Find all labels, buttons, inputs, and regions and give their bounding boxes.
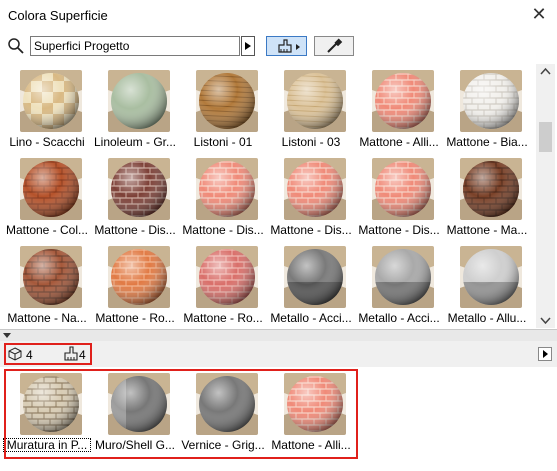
material-tile[interactable]: Linoleum - Gr... [91, 66, 179, 154]
material-preview-sphere [284, 70, 346, 132]
material-preview-sphere [460, 246, 522, 308]
metal-dark-texture-icon [284, 246, 346, 308]
material-label: Mattone - Alli... [359, 135, 439, 149]
material-grid: Lino - Scacchi Linoleum - Gr... Listoni - … [0, 64, 535, 328]
material-label: Linoleum - Gr... [93, 135, 177, 149]
material-preview-sphere [372, 70, 434, 132]
brush-tool-button[interactable] [266, 36, 307, 56]
material-tile[interactable]: Metallo - Acci... [267, 242, 355, 330]
brick-dark-texture-icon [108, 158, 170, 220]
eyedropper-tool-button[interactable] [314, 36, 354, 56]
material-preview-sphere [460, 158, 522, 220]
surface-brush-icon [64, 346, 78, 361]
material-preview-sphere [20, 70, 82, 132]
material-tile[interactable]: Mattone - Col... [3, 154, 91, 242]
brick-orange-texture-icon [108, 246, 170, 308]
toolbar [0, 30, 557, 64]
brick-rough-texture-icon [20, 158, 82, 220]
material-tile[interactable]: Mattone - Bia... [443, 66, 531, 154]
close-icon[interactable]: ✕ [529, 4, 549, 24]
brush-icon [278, 39, 300, 53]
wood-light-texture-icon [284, 70, 346, 132]
wood-dark-texture-icon [196, 70, 258, 132]
material-preview-sphere [196, 158, 258, 220]
checker-texture-icon [20, 70, 82, 132]
material-preview-sphere [284, 158, 346, 220]
window-title: Colora Superficie [8, 8, 108, 23]
material-label: Listoni - 01 [193, 135, 253, 149]
source-dropdown-button[interactable] [241, 36, 255, 56]
material-preview-sphere [196, 70, 258, 132]
material-tile[interactable]: Mattone - Na... [3, 242, 91, 330]
scroll-up-icon[interactable] [536, 64, 555, 80]
title-bar: Colora Superficie ✕ [0, 0, 557, 30]
selection-menu-button[interactable] [538, 347, 552, 361]
material-label: Mattone - Dis... [94, 223, 176, 237]
material-tile[interactable]: Metallo - Allu... [443, 242, 531, 330]
collapse-triangle-icon[interactable] [3, 333, 11, 338]
cube-icon [8, 347, 22, 361]
vertical-scrollbar[interactable] [536, 64, 555, 328]
material-preview-sphere [372, 158, 434, 220]
brick-salmon-texture-icon [372, 70, 434, 132]
search-input[interactable] [34, 38, 230, 54]
material-preview-sphere [108, 70, 170, 132]
material-tile[interactable]: Mattone - Ma... [443, 154, 531, 242]
material-tile[interactable]: Lino - Scacchi [3, 66, 91, 154]
material-tile[interactable]: Listoni - 01 [179, 66, 267, 154]
material-label: Mattone - Dis... [358, 223, 440, 237]
eyedropper-icon [327, 38, 343, 53]
material-label: Listoni - 03 [281, 135, 341, 149]
surface-count: 4 [79, 348, 86, 362]
material-preview-sphere [20, 246, 82, 308]
material-tile[interactable]: Mattone - Dis... [355, 154, 443, 242]
material-preview-sphere [284, 246, 346, 308]
material-preview-sphere [108, 158, 170, 220]
brick-salmon-texture-icon [196, 158, 258, 220]
selected-surfaces-highlight [4, 369, 358, 459]
material-preview-sphere [20, 158, 82, 220]
brick-herring-texture-icon [196, 246, 258, 308]
material-tile[interactable]: Metallo - Acci... [355, 242, 443, 330]
element-count: 4 [26, 348, 33, 362]
material-label: Mattone - Bia... [446, 135, 528, 149]
linoleum-texture-icon [108, 70, 170, 132]
search-field[interactable] [30, 36, 240, 56]
brick-white-texture-icon [460, 70, 522, 132]
material-preview-sphere [372, 246, 434, 308]
material-label: Mattone - Ro... [183, 311, 263, 325]
material-tile[interactable]: Mattone - Dis... [267, 154, 355, 242]
material-tile[interactable]: Mattone - Ro... [91, 242, 179, 330]
brick-mixed-texture-icon [20, 246, 82, 308]
material-preview-sphere [460, 70, 522, 132]
brick-salmon-texture-icon [284, 158, 346, 220]
material-label: Mattone - Col... [5, 223, 89, 237]
brick-brown-texture-icon [460, 158, 522, 220]
material-tile[interactable]: Mattone - Alli... [355, 66, 443, 154]
material-tile[interactable]: Listoni - 03 [267, 66, 355, 154]
material-label: Mattone - Ma... [446, 223, 528, 237]
material-tile[interactable]: Mattone - Dis... [179, 154, 267, 242]
material-tile[interactable]: Mattone - Dis... [91, 154, 179, 242]
material-preview-sphere [108, 246, 170, 308]
material-label: Lino - Scacchi [9, 135, 85, 149]
scroll-down-icon[interactable] [536, 312, 555, 328]
material-label: Metallo - Acci... [358, 311, 440, 325]
material-label: Metallo - Allu... [447, 311, 527, 325]
brick-salmon-texture-icon [372, 158, 434, 220]
metal-light-texture-icon [460, 246, 522, 308]
scrollbar-thumb[interactable] [539, 122, 552, 152]
material-tile[interactable]: Mattone - Ro... [179, 242, 267, 330]
material-label: Mattone - Na... [7, 311, 87, 325]
material-label: Mattone - Dis... [182, 223, 264, 237]
metal-texture-icon [372, 246, 434, 308]
search-icon[interactable] [7, 37, 25, 55]
material-label: Mattone - Ro... [95, 311, 175, 325]
material-label: Mattone - Dis... [270, 223, 352, 237]
material-label: Metallo - Acci... [270, 311, 352, 325]
material-preview-sphere [196, 246, 258, 308]
